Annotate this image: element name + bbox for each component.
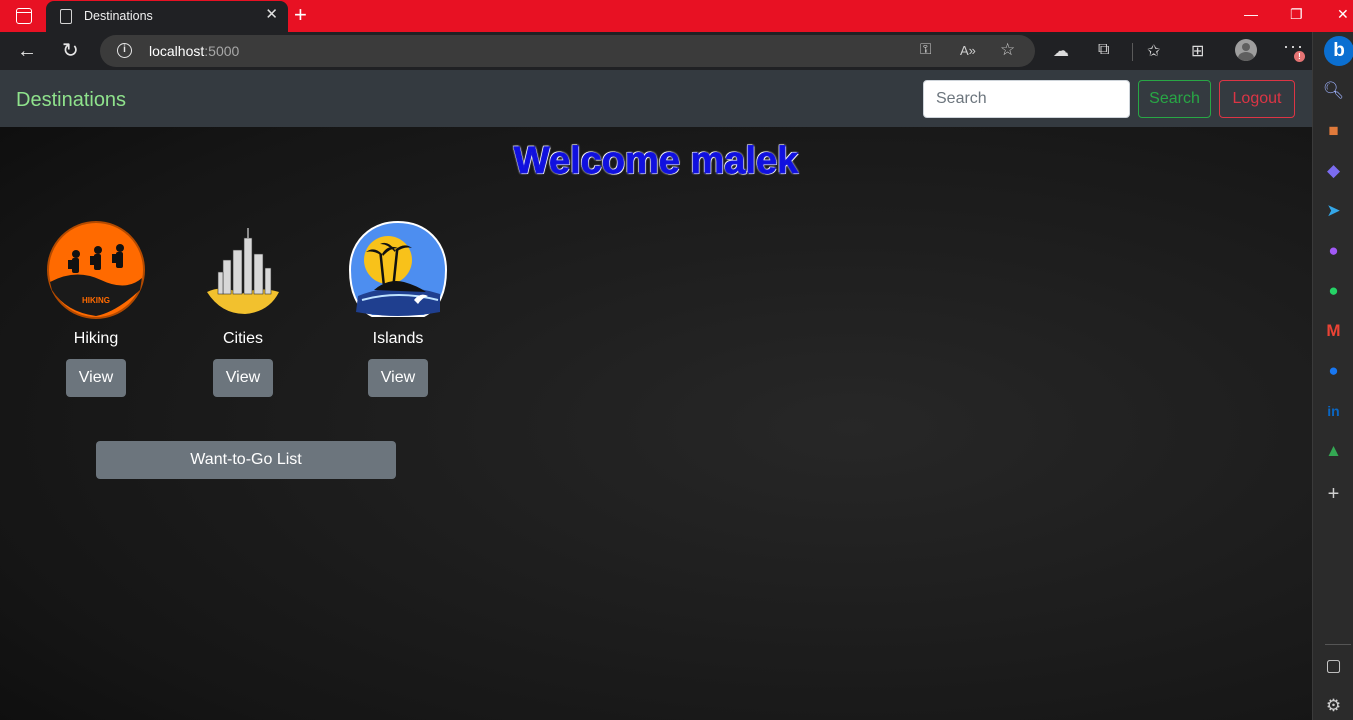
site-navbar: Destinations Search Logout: [0, 70, 1312, 127]
facebook-icon[interactable]: ●: [1313, 361, 1353, 381]
address-bar[interactable]: i localhost:5000 ⚿ A» ☆: [100, 35, 1035, 67]
welcome-heading: Welcome malek: [513, 140, 799, 183]
url-text[interactable]: localhost:5000: [149, 43, 239, 59]
category-card-hiking: HIKING Hiking View: [41, 220, 151, 397]
browser-toolbar: ← ↻ i localhost:5000 ⚿ A» ☆ ☁ ⧉ ✩ ⊞ ··· …: [0, 32, 1353, 70]
tools-briefcase-icon[interactable]: ■: [1313, 121, 1353, 141]
category-label: Cities: [222, 330, 263, 347]
messenger-icon[interactable]: ●: [1313, 241, 1353, 261]
tab-close-icon[interactable]: ✕: [265, 7, 278, 23]
category-label: Islands: [372, 330, 424, 347]
alert-badge: !: [1294, 51, 1305, 62]
back-arrow-icon[interactable]: ←: [17, 39, 37, 63]
tab-title: Destinations: [84, 9, 153, 23]
new-tab-button[interactable]: +: [294, 2, 307, 28]
profile-avatar[interactable]: [1235, 39, 1257, 61]
close-window-button[interactable]: ✕: [1337, 6, 1349, 23]
sidebar-divider: [1325, 644, 1351, 645]
edge-sidebar: b 🔍︎ ■ ◆ ➤ ● ● M ● in ▲ + ▢ ⚙: [1312, 32, 1353, 720]
favorite-star-icon[interactable]: ☆: [1000, 40, 1015, 60]
search-button[interactable]: Search: [1138, 80, 1211, 118]
island-palm-logo-icon: [348, 220, 448, 320]
category-card-islands: Islands View: [343, 220, 453, 397]
extensions-icon[interactable]: ⧉: [1098, 41, 1109, 59]
page-document-icon: [60, 9, 72, 24]
gmail-icon[interactable]: M: [1313, 321, 1353, 341]
telegram-icon[interactable]: ➤: [1313, 201, 1353, 221]
logout-button[interactable]: Logout: [1219, 80, 1295, 118]
settings-gear-icon[interactable]: ⚙: [1313, 696, 1353, 716]
minimize-button[interactable]: —: [1244, 6, 1258, 22]
toolbar-divider: [1132, 43, 1133, 61]
read-aloud-icon[interactable]: A»: [960, 43, 976, 58]
collections-icon[interactable]: ⊞: [1191, 41, 1204, 61]
refresh-icon[interactable]: ↻: [62, 39, 79, 63]
linkedin-icon[interactable]: in: [1313, 401, 1353, 421]
browser-tab[interactable]: Destinations ✕: [46, 1, 288, 32]
category-card-cities: Cities View: [188, 220, 298, 397]
site-info-icon[interactable]: i: [117, 43, 132, 58]
google-drive-icon[interactable]: ▲: [1313, 441, 1353, 461]
search-input[interactable]: [923, 80, 1130, 118]
city-skyline-logo-icon: [193, 220, 293, 320]
add-sidebar-item-icon[interactable]: +: [1313, 484, 1353, 504]
want-to-go-list-button[interactable]: Want-to-Go List: [96, 441, 396, 479]
page-content: Destinations Search Logout Welcome malek…: [0, 70, 1312, 720]
navbar-brand[interactable]: Destinations: [16, 89, 126, 112]
whatsapp-icon[interactable]: ●: [1313, 281, 1353, 301]
browser-title-bar: Destinations ✕ + — ❐ ✕: [0, 0, 1353, 32]
search-icon[interactable]: 🔍︎: [1313, 81, 1353, 101]
hiking-logo-icon: HIKING: [46, 220, 146, 320]
favorites-icon[interactable]: ✩: [1147, 41, 1160, 61]
tab-actions-icon[interactable]: [16, 8, 32, 24]
key-icon[interactable]: ⚿: [920, 41, 931, 58]
view-islands-button[interactable]: View: [368, 359, 428, 397]
category-label: Hiking: [73, 330, 119, 347]
restore-button[interactable]: ❐: [1290, 6, 1303, 23]
view-cities-button[interactable]: View: [213, 359, 273, 397]
performance-icon[interactable]: ☁: [1053, 41, 1069, 61]
hide-sidebar-icon[interactable]: ▢: [1313, 656, 1353, 676]
copilot-icon[interactable]: ◆: [1313, 161, 1353, 181]
bing-chat-icon[interactable]: b: [1324, 36, 1353, 66]
hiking-logo-text: HIKING: [82, 296, 110, 305]
view-hiking-button[interactable]: View: [66, 359, 126, 397]
